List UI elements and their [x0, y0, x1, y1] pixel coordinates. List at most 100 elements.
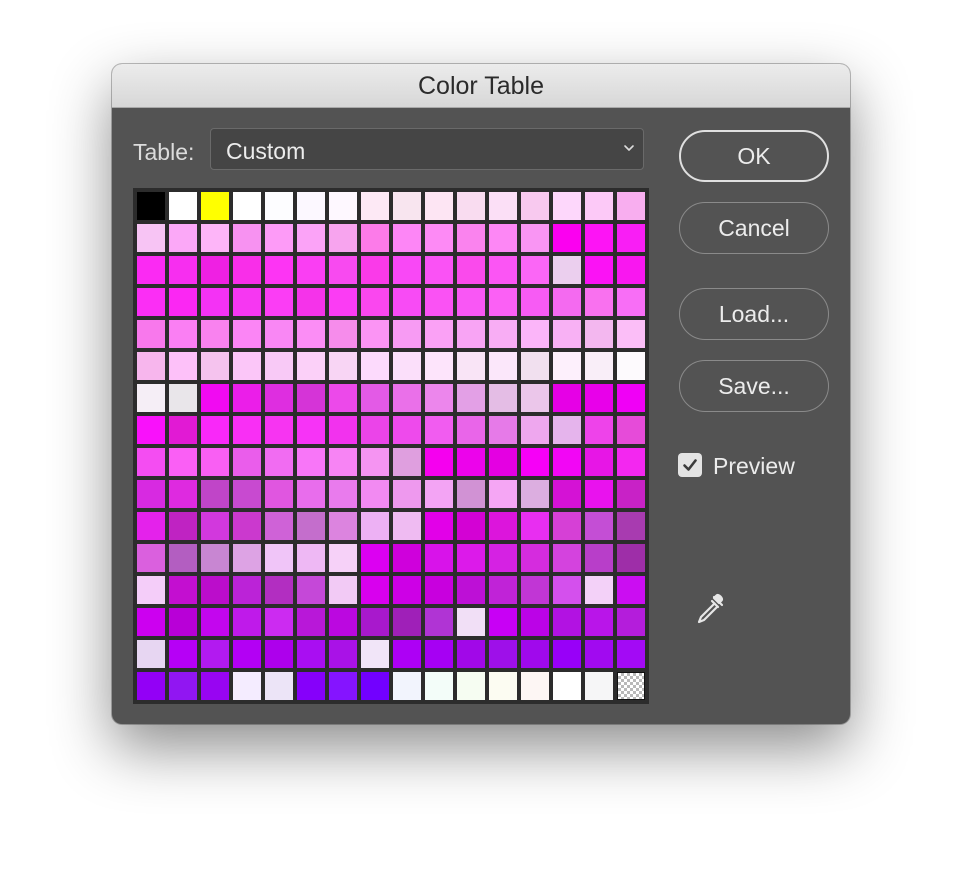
color-swatch[interactable] — [169, 224, 197, 252]
color-swatch[interactable] — [265, 608, 293, 636]
color-swatch[interactable] — [137, 480, 165, 508]
color-swatch[interactable] — [457, 288, 485, 316]
color-swatch[interactable] — [201, 576, 229, 604]
color-swatch[interactable] — [329, 512, 357, 540]
color-swatch[interactable] — [521, 448, 549, 476]
color-swatch[interactable] — [201, 640, 229, 668]
color-swatch[interactable] — [553, 512, 581, 540]
color-swatch[interactable] — [457, 256, 485, 284]
transparent-swatch[interactable] — [617, 672, 645, 700]
color-swatch[interactable] — [489, 320, 517, 348]
color-swatch[interactable] — [329, 224, 357, 252]
color-swatch[interactable] — [489, 576, 517, 604]
color-swatch[interactable] — [425, 544, 453, 572]
color-swatch[interactable] — [201, 544, 229, 572]
color-swatch[interactable] — [137, 224, 165, 252]
color-swatch[interactable] — [329, 480, 357, 508]
color-swatch[interactable] — [169, 544, 197, 572]
color-swatch[interactable] — [585, 288, 613, 316]
color-swatch[interactable] — [361, 608, 389, 636]
color-swatch[interactable] — [297, 576, 325, 604]
color-swatch[interactable] — [521, 192, 549, 220]
color-swatch[interactable] — [297, 512, 325, 540]
color-swatch[interactable] — [521, 544, 549, 572]
color-swatch[interactable] — [361, 448, 389, 476]
color-swatch[interactable] — [425, 480, 453, 508]
color-swatch[interactable] — [553, 608, 581, 636]
color-swatch[interactable] — [553, 448, 581, 476]
color-swatch[interactable] — [137, 256, 165, 284]
color-swatch[interactable] — [585, 352, 613, 380]
color-swatch[interactable] — [361, 512, 389, 540]
color-swatch[interactable] — [425, 352, 453, 380]
color-swatch[interactable] — [585, 640, 613, 668]
color-swatch[interactable] — [169, 320, 197, 348]
color-swatch[interactable] — [489, 608, 517, 636]
color-swatch[interactable] — [425, 512, 453, 540]
color-swatch[interactable] — [553, 288, 581, 316]
color-swatch[interactable] — [393, 544, 421, 572]
color-swatch[interactable] — [617, 512, 645, 540]
color-swatch[interactable] — [425, 640, 453, 668]
color-swatch[interactable] — [233, 288, 261, 316]
color-swatch[interactable] — [297, 192, 325, 220]
color-swatch[interactable] — [297, 608, 325, 636]
color-swatch[interactable] — [585, 416, 613, 444]
color-swatch[interactable] — [169, 416, 197, 444]
color-swatch[interactable] — [329, 256, 357, 284]
color-swatch[interactable] — [201, 288, 229, 316]
color-swatch[interactable] — [457, 608, 485, 636]
color-swatch[interactable] — [489, 448, 517, 476]
color-swatch[interactable] — [393, 672, 421, 700]
color-swatch[interactable] — [169, 640, 197, 668]
color-swatch[interactable] — [457, 384, 485, 412]
color-swatch[interactable] — [489, 480, 517, 508]
color-swatch[interactable] — [617, 192, 645, 220]
color-swatch[interactable] — [329, 192, 357, 220]
color-swatch[interactable] — [265, 224, 293, 252]
color-swatch[interactable] — [329, 384, 357, 412]
color-swatch[interactable] — [457, 192, 485, 220]
color-swatch[interactable] — [617, 384, 645, 412]
color-swatch[interactable] — [617, 480, 645, 508]
color-swatch[interactable] — [297, 672, 325, 700]
color-swatch[interactable] — [233, 192, 261, 220]
color-swatch[interactable] — [233, 224, 261, 252]
ok-button[interactable]: OK — [679, 130, 829, 182]
cancel-button[interactable]: Cancel — [679, 202, 829, 254]
color-swatch[interactable] — [265, 672, 293, 700]
color-swatch[interactable] — [521, 608, 549, 636]
color-swatch[interactable] — [329, 288, 357, 316]
color-swatch[interactable] — [617, 224, 645, 252]
color-swatch[interactable] — [393, 448, 421, 476]
color-swatch[interactable] — [361, 352, 389, 380]
color-swatch[interactable] — [201, 608, 229, 636]
color-swatch[interactable] — [457, 512, 485, 540]
color-swatch[interactable] — [329, 576, 357, 604]
color-swatch[interactable] — [137, 608, 165, 636]
color-swatch[interactable] — [457, 352, 485, 380]
preview-checkbox[interactable] — [678, 453, 702, 477]
color-swatch[interactable] — [233, 640, 261, 668]
color-swatch[interactable] — [361, 320, 389, 348]
color-swatch[interactable] — [297, 288, 325, 316]
color-swatch[interactable] — [553, 544, 581, 572]
color-swatch[interactable] — [489, 256, 517, 284]
color-swatch[interactable] — [201, 448, 229, 476]
color-swatch[interactable] — [169, 480, 197, 508]
color-swatch[interactable] — [585, 256, 613, 284]
color-swatch[interactable] — [489, 544, 517, 572]
color-swatch[interactable] — [297, 384, 325, 412]
color-swatch[interactable] — [361, 256, 389, 284]
color-swatch[interactable] — [361, 384, 389, 412]
color-swatch[interactable] — [297, 256, 325, 284]
color-swatch[interactable] — [457, 640, 485, 668]
color-swatch[interactable] — [489, 672, 517, 700]
color-swatch[interactable] — [425, 192, 453, 220]
color-swatch[interactable] — [297, 448, 325, 476]
color-swatch[interactable] — [361, 288, 389, 316]
color-swatch[interactable] — [553, 352, 581, 380]
color-swatch[interactable] — [393, 352, 421, 380]
color-swatch[interactable] — [361, 224, 389, 252]
color-swatch[interactable] — [585, 608, 613, 636]
